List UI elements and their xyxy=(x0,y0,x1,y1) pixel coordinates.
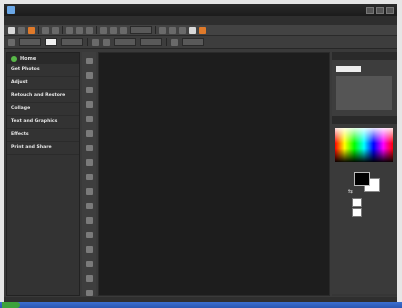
red-eye-tool-icon[interactable] xyxy=(85,188,93,195)
task-collage[interactable]: Collage xyxy=(7,103,79,116)
background-material-swatch[interactable] xyxy=(352,208,362,217)
task-title: Get Photos xyxy=(11,67,40,72)
option-dropdown[interactable] xyxy=(61,38,83,46)
learning-center-panel: Home Get Photos Adjust Retouch and Resto… xyxy=(6,52,80,296)
zoom-tool-icon[interactable] xyxy=(85,72,93,79)
crop-tool-icon[interactable] xyxy=(85,101,93,108)
image-workspace[interactable] xyxy=(98,52,330,296)
undo-icon[interactable] xyxy=(42,26,49,34)
task-title: Print and Share xyxy=(11,145,52,150)
redo-icon[interactable] xyxy=(52,26,59,34)
ruler-icon[interactable] xyxy=(179,26,186,34)
preset-dropdown[interactable] xyxy=(19,38,41,46)
grid-icon[interactable] xyxy=(169,26,176,34)
task-title: Collage xyxy=(11,106,31,111)
task-effects[interactable]: Effects xyxy=(7,129,79,142)
overview-thumbnail[interactable] xyxy=(336,76,392,110)
opacity-field[interactable] xyxy=(140,38,162,46)
home-icon[interactable] xyxy=(11,55,17,62)
toolbar-separator xyxy=(96,26,97,34)
deform-tool-icon[interactable] xyxy=(85,86,93,94)
dropper-tool-icon[interactable] xyxy=(85,173,93,181)
copy-icon[interactable] xyxy=(76,26,83,34)
option-toggle-icon[interactable] xyxy=(92,38,99,46)
color-spectrum[interactable] xyxy=(335,128,393,162)
size-field[interactable] xyxy=(114,38,136,46)
palette-dock: ⇆ xyxy=(332,52,397,296)
zoom-level[interactable] xyxy=(336,66,361,72)
task-title: Text and Graphics xyxy=(11,119,58,124)
text-tool-icon[interactable] xyxy=(85,260,93,268)
tool-options-bar xyxy=(4,36,397,49)
panel-header: Home xyxy=(7,53,79,64)
eraser-tool-icon[interactable] xyxy=(85,231,93,239)
pan-tool-icon[interactable] xyxy=(85,58,93,65)
toolbar-separator xyxy=(38,26,39,34)
task-adjust[interactable]: Adjust xyxy=(7,77,79,90)
close-button[interactable] xyxy=(386,6,394,14)
cut-icon[interactable] xyxy=(66,26,73,34)
pen-tool-icon[interactable] xyxy=(85,275,93,282)
swap-colors-icon[interactable]: ⇆ xyxy=(348,188,353,195)
toolbar-separator xyxy=(166,38,167,46)
paint-brush-icon[interactable] xyxy=(85,202,93,210)
task-print-share[interactable]: Print and Share xyxy=(7,142,79,155)
clone-brush-icon[interactable] xyxy=(85,217,93,224)
tools-toolbar xyxy=(82,52,96,296)
selection-tool-icon[interactable] xyxy=(85,130,93,137)
view-icon[interactable] xyxy=(159,26,166,34)
task-text-graphics[interactable]: Text and Graphics xyxy=(7,116,79,129)
window-controls xyxy=(366,6,394,14)
task-title: Effects xyxy=(11,132,29,137)
new-file-icon[interactable] xyxy=(8,26,15,34)
toolbar-separator xyxy=(155,26,156,34)
os-taskbar xyxy=(0,302,402,308)
task-title: Adjust xyxy=(11,80,28,85)
foreground-material-swatch[interactable] xyxy=(352,198,362,207)
palette-icon[interactable] xyxy=(189,26,196,34)
toolbar-separator xyxy=(62,26,63,34)
zoom-field[interactable] xyxy=(130,26,152,34)
shape-tool-icon[interactable] xyxy=(85,289,93,296)
flood-fill-icon[interactable] xyxy=(85,246,93,253)
materials-body: ⇆ xyxy=(332,124,397,294)
foreground-color-swatch[interactable] xyxy=(354,172,370,186)
rotate-icon[interactable] xyxy=(110,26,117,34)
panel-title: Home xyxy=(20,55,37,62)
overview-body xyxy=(332,60,397,116)
app-window: Home Get Photos Adjust Retouch and Resto… xyxy=(4,4,397,302)
option-toggle-icon[interactable] xyxy=(171,38,178,46)
menu-bar xyxy=(4,16,397,25)
zoom-icon[interactable] xyxy=(120,26,127,34)
task-retouch-restore[interactable]: Retouch and Restore xyxy=(7,90,79,103)
toolbar-separator xyxy=(87,38,88,46)
start-button[interactable] xyxy=(2,302,20,308)
standard-toolbar xyxy=(4,25,397,36)
materials-palette: ⇆ xyxy=(332,116,397,294)
title-bar xyxy=(4,4,397,16)
palette-header xyxy=(332,52,397,60)
crop-icon[interactable] xyxy=(100,26,107,34)
task-title: Retouch and Restore xyxy=(11,93,66,98)
paste-icon[interactable] xyxy=(86,26,93,34)
open-file-icon[interactable] xyxy=(18,26,25,34)
option-field[interactable] xyxy=(45,38,57,46)
task-get-photos[interactable]: Get Photos xyxy=(7,64,79,77)
preset-icon[interactable] xyxy=(8,38,15,46)
minimize-button[interactable] xyxy=(366,6,374,14)
palette-header xyxy=(332,116,397,124)
freehand-selection-icon[interactable] xyxy=(85,144,93,152)
app-icon xyxy=(7,6,15,14)
magic-wand-icon[interactable] xyxy=(85,159,93,166)
move-tool-icon[interactable] xyxy=(85,115,93,123)
mode-dropdown[interactable] xyxy=(182,38,204,46)
maximize-button[interactable] xyxy=(376,6,384,14)
save-icon[interactable] xyxy=(28,26,35,34)
overview-palette xyxy=(332,52,397,116)
option-toggle-icon[interactable] xyxy=(103,38,110,46)
learning-center-icon[interactable] xyxy=(199,26,206,34)
